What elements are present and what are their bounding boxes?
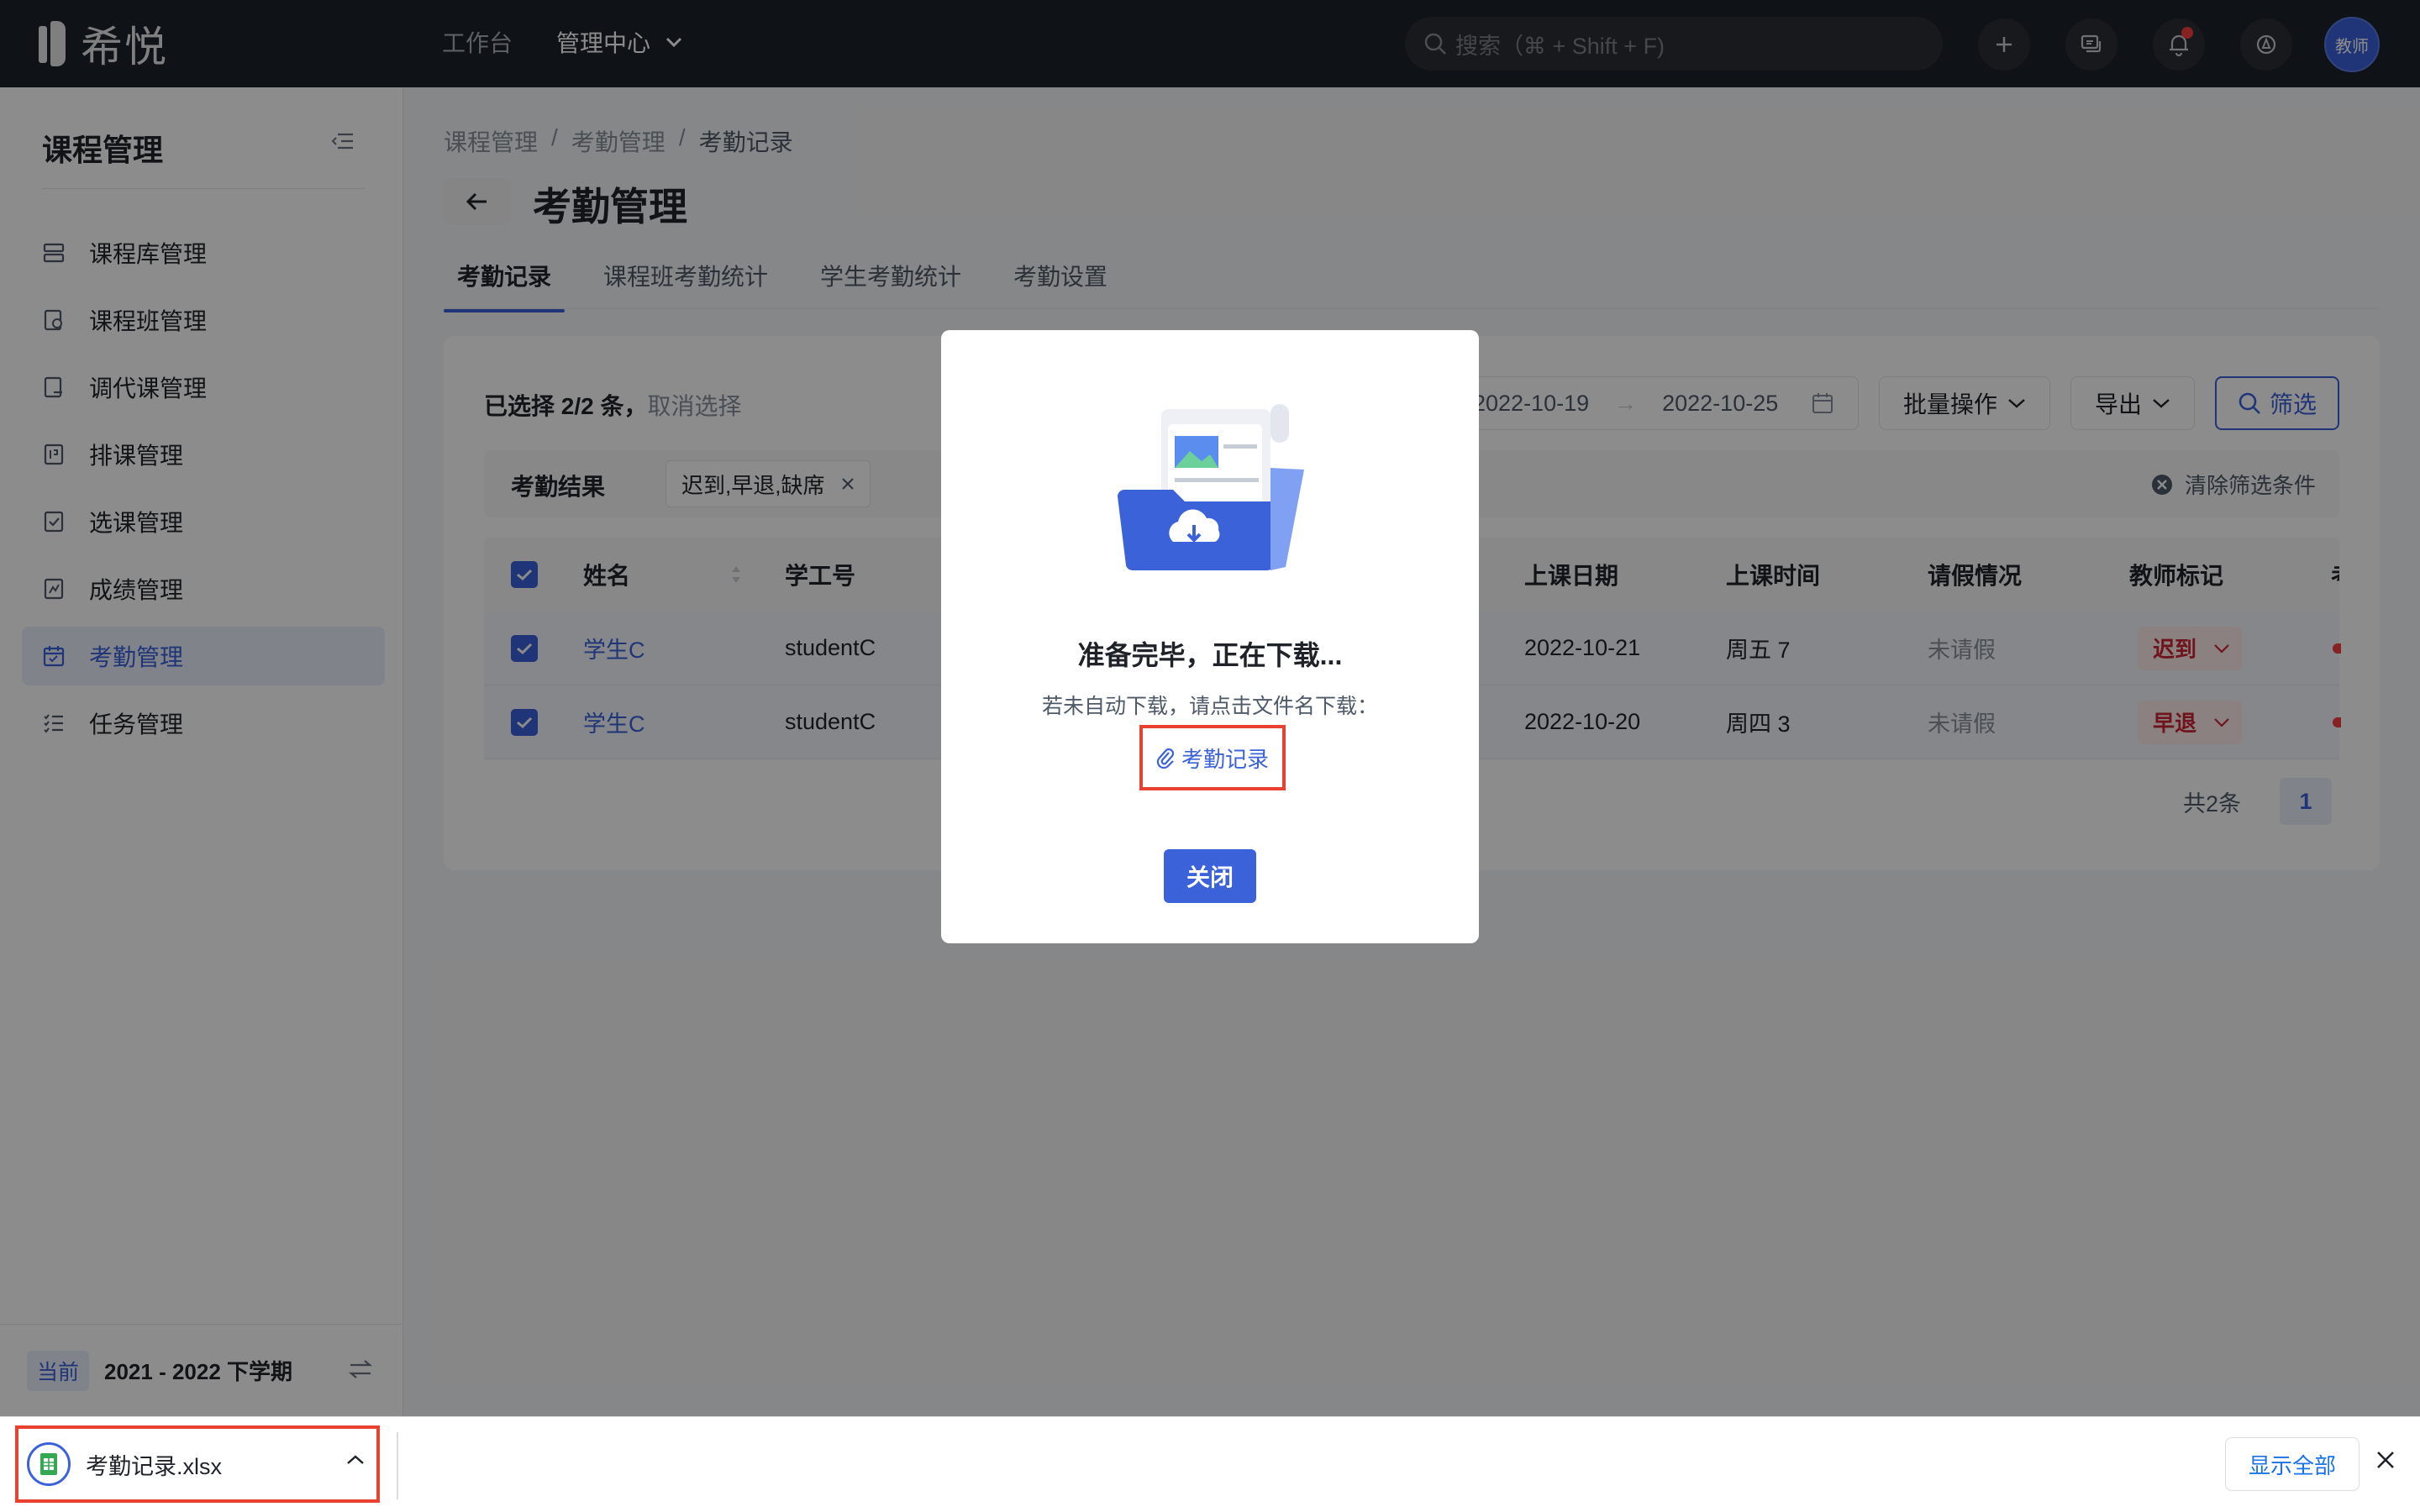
download-bar-separator xyxy=(397,1432,398,1499)
close-modal-button[interactable]: 关闭 xyxy=(1164,849,1256,903)
show-all-downloads-button[interactable]: 显示全部 xyxy=(2225,1437,2360,1491)
download-modal: 准备完毕，正在下载... 若未自动下载，请点击文件名下载： 考勤记录 关闭 xyxy=(941,330,1479,943)
chevron-up-icon[interactable] xyxy=(346,1454,365,1466)
download-file-link[interactable]: 考勤记录 xyxy=(1139,725,1286,790)
folder-download-illustration xyxy=(1118,404,1304,571)
modal-subtitle: 若未自动下载，请点击文件名下载： xyxy=(1041,695,1378,718)
paperclip-icon xyxy=(1156,748,1175,769)
modal-title: 准备完毕，正在下载... xyxy=(1077,640,1343,670)
download-item[interactable]: 考勤记录.xlsx xyxy=(15,1425,380,1503)
spreadsheet-file-icon xyxy=(27,1442,71,1486)
browser-download-bar: 考勤记录.xlsx 显示全部 xyxy=(0,1416,2420,1512)
close-icon[interactable] xyxy=(2375,1449,2396,1471)
download-file-name: 考勤记录.xlsx xyxy=(86,1453,222,1479)
